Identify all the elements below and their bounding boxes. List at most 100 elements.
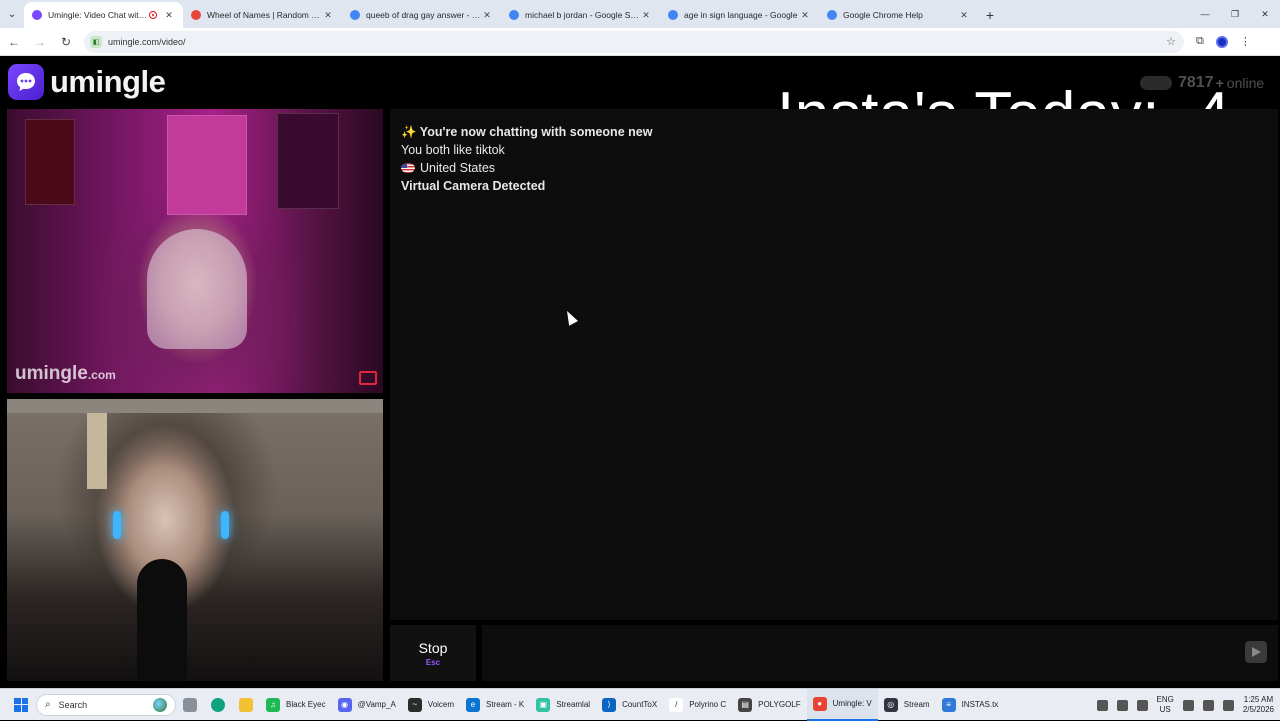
app-label: @Vamp_A xyxy=(357,700,396,709)
tab-title: Wheel of Names | Random nam xyxy=(207,10,322,20)
tab-favicon-icon xyxy=(509,10,519,20)
app-icon: ▤ xyxy=(738,697,753,712)
app-icon: ◉ xyxy=(337,697,352,712)
chat-bubble-icon xyxy=(8,64,44,100)
tab-title: Google Chrome Help xyxy=(843,10,923,20)
site-info-icon[interactable]: ◧ xyxy=(90,35,102,48)
wall-poster xyxy=(167,115,247,215)
close-tab-icon[interactable]: ✕ xyxy=(163,10,175,21)
minimize-icon[interactable]: — xyxy=(1190,0,1220,28)
task-view-icon[interactable] xyxy=(176,689,204,721)
sync-tray-icon[interactable] xyxy=(1116,699,1128,711)
volume-icon[interactable] xyxy=(1202,699,1214,711)
chatgpt-icon[interactable] xyxy=(204,689,232,721)
tab-search-chevron-icon[interactable]: ⌄ xyxy=(0,0,24,28)
language-indicator[interactable]: ENG US xyxy=(1157,695,1174,715)
browser-tab[interactable]: age in sign language - Google ✕ xyxy=(660,2,819,28)
taskbar-app[interactable]: ≡ INSTAS.tx xyxy=(936,689,1005,721)
browser-tab[interactable]: queeb of drag gay answer - Go ✕ xyxy=(342,2,501,28)
close-tab-icon[interactable]: ✕ xyxy=(322,10,334,21)
umingle-logo[interactable]: umingle xyxy=(8,64,166,100)
app-icon: ⟩ xyxy=(602,697,617,712)
close-tab-icon[interactable]: ✕ xyxy=(640,10,652,21)
taskbar-app[interactable]: ~ Voicem xyxy=(402,689,460,721)
tab-strip: ⌄ Umingle: Video Chat with S ✕ Wheel of Na… xyxy=(0,0,1280,28)
chrome-menu-icon[interactable]: ⋮ xyxy=(1240,35,1251,48)
tab-title: Umingle: Video Chat with S xyxy=(48,10,149,20)
chat-log: ✨ You're now chatting with someone new Yo… xyxy=(390,109,1278,620)
browser-tab[interactable]: Umingle: Video Chat with S ✕ xyxy=(24,2,183,28)
app-label: INSTAS.tx xyxy=(961,700,999,709)
stop-button[interactable]: Stop Esc xyxy=(390,625,476,681)
start-button[interactable] xyxy=(6,689,36,721)
mic-tray-icon[interactable] xyxy=(1136,699,1148,711)
close-window-icon[interactable]: ✕ xyxy=(1250,0,1280,28)
browser-tab[interactable]: Google Chrome Help ✕ xyxy=(819,2,978,28)
headphone-light xyxy=(113,511,121,539)
close-tab-icon[interactable]: ✕ xyxy=(958,10,970,21)
taskbar-app[interactable]: ▣ Streamlal xyxy=(530,689,596,721)
taskbar-search[interactable]: ⌕ Search xyxy=(36,693,176,716)
taskbar-app[interactable]: e Stream - K xyxy=(460,689,530,721)
taskbar-apps: ♫ Black Eyec ◉ @Vamp_A ~ Voicem e Stream - K ▣ St… xyxy=(260,688,1005,721)
app-icon: e xyxy=(466,697,481,712)
address-bar[interactable]: ◧ umingle.com/video/ ☆ xyxy=(84,30,1184,53)
new-tab-button[interactable]: + xyxy=(978,2,1002,28)
close-tab-icon[interactable]: ✕ xyxy=(481,10,493,21)
file-explorer-icon[interactable] xyxy=(232,689,260,721)
clock-time: 1:25 AM xyxy=(1243,695,1274,704)
app-label: POLYGOLF xyxy=(758,700,801,709)
app-label: Umingle: V xyxy=(832,699,872,708)
wifi-icon[interactable] xyxy=(1182,699,1194,711)
window-controls: — ❐ ✕ xyxy=(1190,0,1280,28)
clock[interactable]: 1:25 AM 2/5/2026 xyxy=(1243,695,1274,715)
reload-icon[interactable]: ↻ xyxy=(54,30,78,54)
restore-icon[interactable]: ❐ xyxy=(1220,0,1250,28)
app-label: Stream - K xyxy=(486,700,525,709)
extensions-icon[interactable]: ⧉ xyxy=(1196,35,1204,48)
send-icon[interactable] xyxy=(1245,641,1267,663)
bookmark-star-icon[interactable]: ☆ xyxy=(1166,35,1176,48)
chat-line: Virtual Camera Detected xyxy=(401,177,652,195)
remote-video: umingle.com xyxy=(7,109,383,393)
tab-favicon-icon xyxy=(668,10,678,20)
forward-icon[interactable]: → xyxy=(28,30,52,54)
browser-tab[interactable]: Wheel of Names | Random nam ✕ xyxy=(183,2,342,28)
battery-icon[interactable] xyxy=(1222,699,1234,711)
tab-title: michael b jordan - Google Sear xyxy=(525,10,640,20)
message-input[interactable] xyxy=(482,625,1278,681)
taskbar-app[interactable]: ◎ Stream xyxy=(878,689,936,721)
profile-avatar[interactable] xyxy=(1215,35,1228,48)
report-flag-icon[interactable] xyxy=(359,371,377,385)
taskbar-app[interactable]: ◉ @Vamp_A xyxy=(332,689,402,721)
taskbar-app[interactable]: ● Umingle: V xyxy=(806,688,878,721)
browser-tab[interactable]: michael b jordan - Google Sear ✕ xyxy=(501,2,660,28)
tab-favicon-icon xyxy=(191,10,201,20)
microphone xyxy=(137,559,187,681)
background-ceiling xyxy=(7,399,383,413)
close-tab-icon[interactable]: ✕ xyxy=(799,10,811,21)
tab-title: queeb of drag gay answer - Go xyxy=(366,10,481,20)
taskbar-app[interactable]: ♫ Black Eyec xyxy=(260,689,332,721)
search-placeholder: Search xyxy=(58,699,88,710)
tab-title: age in sign language - Google xyxy=(684,10,798,20)
watermark-domain: .com xyxy=(87,368,116,382)
wall-poster xyxy=(277,113,339,209)
tab-favicon-icon xyxy=(32,10,42,20)
taskbar-app[interactable]: ⟩ CountToX xyxy=(596,689,663,721)
app-icon: / xyxy=(669,697,684,712)
tabs: Umingle: Video Chat with S ✕ Wheel of Name… xyxy=(24,0,978,28)
discord-tray-icon[interactable] xyxy=(1096,699,1108,711)
taskbar-app[interactable]: ▤ POLYGOLF xyxy=(732,689,807,721)
taskbar-app[interactable]: / Polyrino C xyxy=(663,689,732,721)
tab-favicon-icon xyxy=(350,10,360,20)
system-tray: ENG US 1:25 AM 2/5/2026 xyxy=(1096,689,1274,721)
app-icon: ▣ xyxy=(536,697,551,712)
us-flag-icon xyxy=(401,163,415,173)
logo-text: umingle xyxy=(50,64,166,99)
chat-line-text: Virtual Camera Detected xyxy=(401,179,546,193)
language-code: ENG xyxy=(1156,695,1174,704)
back-icon[interactable]: ← xyxy=(2,30,26,54)
online-label: online xyxy=(1226,75,1265,91)
address-text[interactable]: umingle.com/video/ xyxy=(108,37,186,47)
